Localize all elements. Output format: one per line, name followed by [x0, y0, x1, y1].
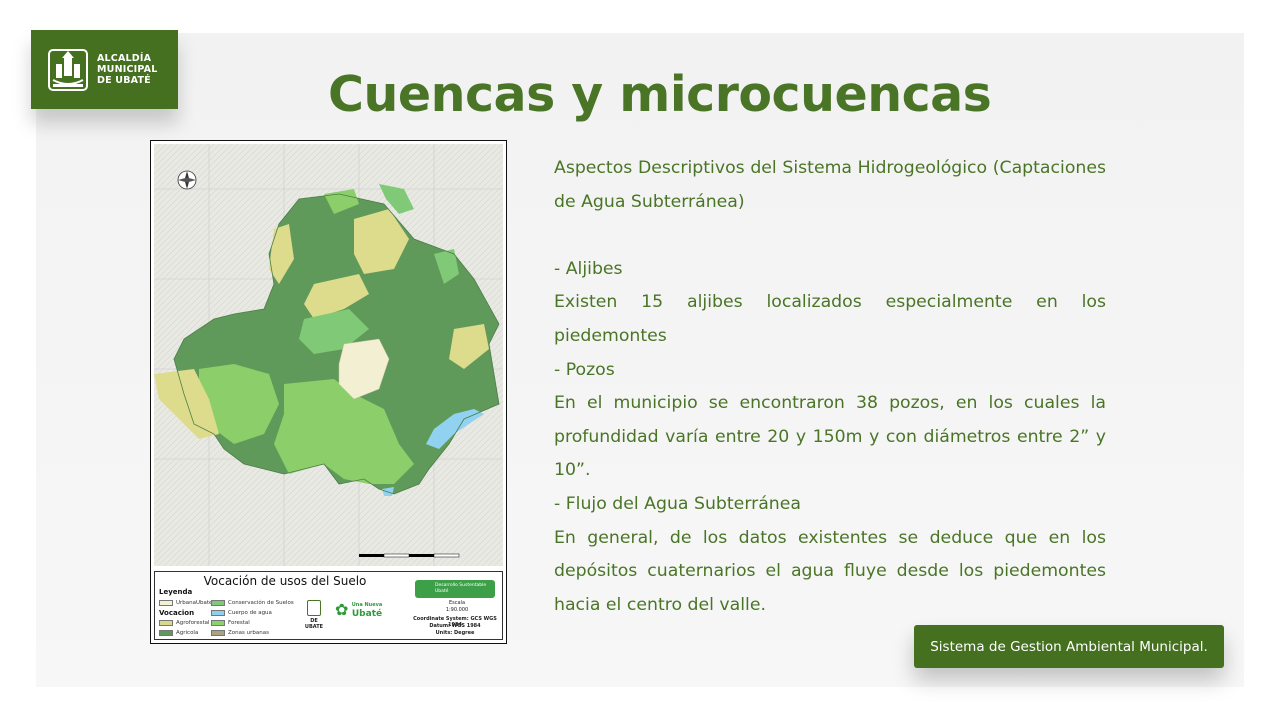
- legend-heading: Leyenda: [159, 588, 193, 596]
- aljibes-label: - Aljibes: [554, 258, 623, 279]
- legend-item-agua: Cuerpo de agua: [211, 610, 272, 616]
- legend-item-conservacion: Conservación de Suelos: [211, 600, 294, 606]
- legend-item-forestal: Forestal: [211, 620, 250, 626]
- legend-label: Conservación de Suelos: [228, 600, 294, 606]
- legend-swatch: [211, 630, 225, 636]
- legend-label: Zonas urbanas: [228, 630, 269, 636]
- logo-text: ALCALDÍA MUNICIPAL DE UBATÉ: [97, 53, 157, 86]
- map-brand-small: DE UBATE: [304, 618, 324, 630]
- map-badge: Desarrollo Sustentable Ubaté: [415, 580, 495, 598]
- logo-line-2: MUNICIPAL: [97, 64, 158, 75]
- aljibes-text: Existen 15 aljibes localizados especialm…: [554, 292, 1106, 346]
- map-datum: Datum: WGS 1984: [429, 623, 481, 629]
- map-units: Units: Degree: [435, 630, 475, 636]
- legend-label: UrbanaUbate: [176, 600, 213, 606]
- map-scale-label: Escala: [448, 600, 466, 606]
- map-brand-leaf-icon: ✿: [335, 600, 349, 619]
- slide-title: Cuencas y microcuencas: [328, 66, 992, 123]
- legend-swatch: [211, 610, 225, 616]
- north-arrow-icon: [177, 170, 197, 190]
- legend-swatch: [159, 630, 173, 636]
- legend-label: Cuerpo de agua: [228, 610, 272, 616]
- legend-item-zonas-urbanas: Zonas urbanas: [211, 630, 269, 636]
- legend-swatch: [211, 600, 225, 606]
- logo-line-1: ALCALDÍA: [97, 53, 152, 64]
- ubate-seal-icon: [48, 48, 88, 91]
- legend-item-agricola: Agricola: [159, 630, 198, 636]
- map-legend: Vocación de usos del Suelo Leyenda Urban…: [154, 571, 503, 640]
- scale-bar: [359, 553, 460, 558]
- body-text: Aspectos Descriptivos del Sistema Hidrog…: [554, 152, 1106, 622]
- municipal-logo[interactable]: ALCALDÍA MUNICIPAL DE UBATÉ: [31, 30, 178, 109]
- pozos-text: En el municipio se encontraron 38 pozos,…: [554, 393, 1106, 481]
- map-canvas: [154, 144, 503, 566]
- legend-swatch: [159, 600, 173, 606]
- legend-swatch: [159, 620, 173, 626]
- legend-label: Agricola: [176, 630, 199, 636]
- vocacion-heading: Vocacion: [159, 609, 195, 617]
- map-badge-label: Desarrollo Sustentable Ubaté: [435, 583, 487, 594]
- map-brand-seal-icon: [307, 600, 321, 616]
- map-brand-name: Ubaté: [351, 609, 383, 619]
- map-brand-name-top: Una Nueva: [351, 602, 383, 608]
- land-use-map: Vocación de usos del Suelo Leyenda Urban…: [150, 140, 507, 644]
- logo-line-3: DE UBATÉ: [97, 75, 151, 86]
- legend-item-agroforestal: Agroforestal: [159, 620, 210, 626]
- flujo-label: - Flujo del Agua Subterránea: [554, 493, 801, 514]
- map-scale-value: 1:90.000: [445, 607, 469, 613]
- legend-label: Forestal: [228, 620, 250, 626]
- flujo-text: En general, de los datos existentes se d…: [554, 527, 1106, 615]
- legend-label: Agroforestal: [176, 620, 210, 626]
- legend-swatch: [211, 620, 225, 626]
- sgam-button[interactable]: Sistema de Gestion Ambiental Municipal.: [914, 625, 1224, 668]
- legend-item-urbana: UrbanaUbate: [159, 600, 212, 606]
- pozos-label: - Pozos: [554, 359, 615, 380]
- map-legend-title: Vocación de usos del Suelo: [203, 574, 367, 588]
- body-heading: Aspectos Descriptivos del Sistema Hidrog…: [554, 158, 1106, 212]
